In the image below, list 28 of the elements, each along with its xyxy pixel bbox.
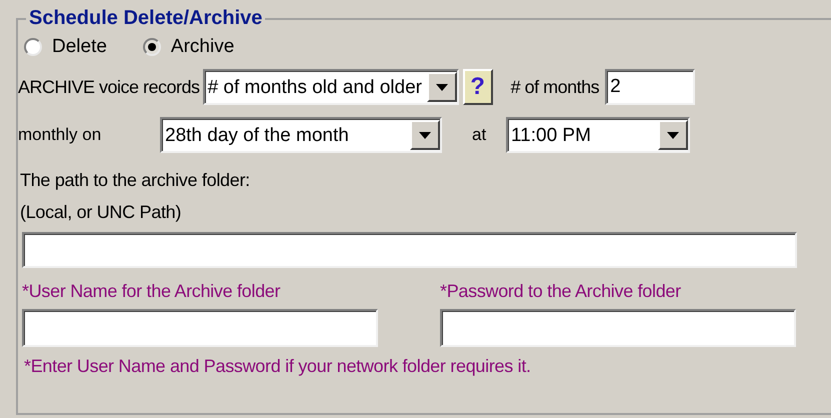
radio-label[interactable]: Archive <box>170 32 234 62</box>
caret-icon <box>419 132 431 138</box>
dropdown-arrow-button[interactable] <box>410 120 440 150</box>
path-label: The path to the archive folder: <box>20 169 251 192</box>
radio-button[interactable] <box>24 38 42 56</box>
path-label: (Local, or UNC Path) <box>20 201 182 224</box>
group-title: Schedule Delete/Archive <box>29 7 262 29</box>
dropdown-arrow-button[interactable] <box>658 120 688 150</box>
radio-button[interactable] <box>142 38 161 56</box>
dropdown-arrow-button[interactable] <box>426 72 457 102</box>
caret-icon <box>436 84 448 90</box>
archive-rule-dropdown[interactable]: # of months old and older <box>202 69 459 105</box>
monthly-label: monthly on <box>18 124 102 146</box>
time-dropdown[interactable]: 11:00 PM <box>506 117 690 153</box>
radio-label[interactable]: Delete <box>52 32 107 62</box>
caret-icon <box>667 132 679 138</box>
credentials-note: *Enter User Name and Password if your network folder requires it. <box>24 355 532 378</box>
user-name-field[interactable] <box>22 309 378 347</box>
user-name-label: *User Name for the Archive folder <box>22 280 282 303</box>
archive-path-field[interactable] <box>22 232 797 268</box>
at-label: at <box>472 124 488 146</box>
help-button[interactable]: ? <box>462 69 493 105</box>
archive-label: ARCHIVE voice records <box>18 76 200 98</box>
months-field[interactable]: 2 <box>605 69 696 105</box>
password-field[interactable] <box>440 309 796 347</box>
day-dropdown[interactable]: 28th day of the month <box>160 117 442 153</box>
password-label: *Password to the Archive folder <box>440 280 682 303</box>
months-label: # of months <box>510 76 600 98</box>
